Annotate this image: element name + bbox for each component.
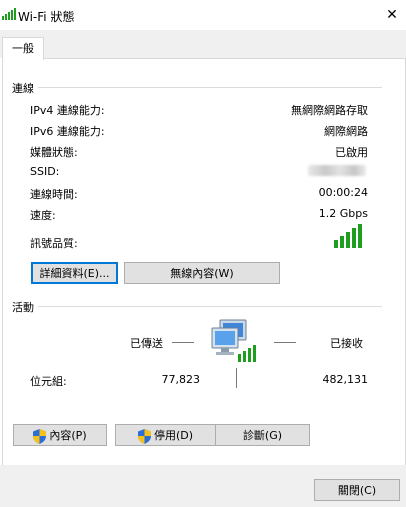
signal-strength-icon bbox=[334, 224, 362, 248]
title-bar: Wi-Fi 狀態 ✕ bbox=[0, 0, 406, 30]
window-title: Wi-Fi 狀態 bbox=[18, 10, 75, 24]
received-label: 已接收 bbox=[330, 337, 363, 350]
media-state-value: 已啟用 bbox=[335, 146, 368, 159]
wireless-properties-button[interactable]: 無線內容(W) bbox=[124, 262, 280, 284]
close-icon[interactable]: ✕ bbox=[378, 2, 406, 28]
details-button[interactable]: 詳細資料(E)... bbox=[31, 262, 118, 284]
activity-section-label: 活動 bbox=[12, 299, 38, 315]
uac-shield-icon bbox=[137, 428, 151, 444]
disable-button[interactable]: 停用(D) bbox=[115, 424, 216, 446]
wifi-signal-icon bbox=[2, 8, 16, 20]
ipv4-value: 無網際網路存取 bbox=[291, 104, 368, 117]
close-button[interactable]: 關閉(C) bbox=[314, 479, 400, 501]
duration-value: 00:00:24 bbox=[318, 186, 368, 199]
ssid-label: SSID: bbox=[30, 165, 60, 178]
tab-general[interactable]: 一般 bbox=[2, 37, 44, 60]
sent-line bbox=[172, 342, 194, 343]
media-state-label: 媒體狀態: bbox=[30, 146, 78, 159]
activity-vertical-divider bbox=[236, 368, 237, 388]
speed-label: 速度: bbox=[30, 209, 56, 222]
duration-label: 連線時間: bbox=[30, 188, 78, 201]
properties-button-label: 內容(P) bbox=[49, 429, 87, 442]
bytes-sent-value: 77,823 bbox=[161, 373, 201, 386]
sent-label: 已傳送 bbox=[130, 337, 163, 350]
connection-divider bbox=[12, 87, 382, 88]
activity-divider bbox=[12, 306, 382, 307]
uac-shield-icon bbox=[33, 428, 47, 444]
received-line bbox=[274, 342, 296, 343]
properties-button[interactable]: 內容(P) bbox=[13, 424, 107, 446]
connection-section-label: 連線 bbox=[12, 80, 38, 96]
diagnose-button[interactable]: 診斷(G) bbox=[215, 424, 310, 446]
tab-strip bbox=[0, 30, 406, 58]
bytes-label: 位元組: bbox=[30, 375, 67, 388]
bytes-received-value: 482,131 bbox=[322, 373, 369, 386]
signal-quality-label: 訊號品質: bbox=[30, 237, 78, 250]
disable-button-label: 停用(D) bbox=[153, 429, 194, 442]
network-computer-icon bbox=[211, 319, 256, 362]
speed-value: 1.2 Gbps bbox=[318, 207, 368, 220]
ipv6-value: 網際網路 bbox=[324, 125, 368, 138]
ssid-value-redacted bbox=[308, 165, 366, 176]
ipv4-label: IPv4 連線能力: bbox=[30, 104, 105, 117]
ipv6-label: IPv6 連線能力: bbox=[30, 125, 105, 138]
